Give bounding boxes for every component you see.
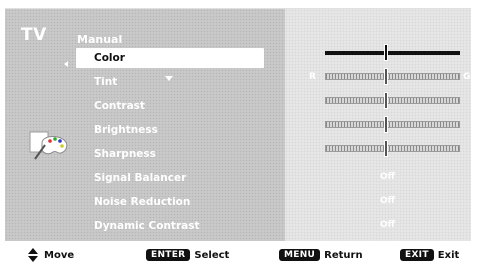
menu-item-noise-reduction[interactable]: Noise Reduction <box>76 192 264 212</box>
menu-item-contrast[interactable]: Contrast <box>76 96 264 116</box>
contrast-slider[interactable] <box>325 97 460 104</box>
tint-slider-handle[interactable] <box>384 68 388 85</box>
menu-hint: MENU Return <box>279 247 363 263</box>
move-hint: Move <box>28 247 74 263</box>
menu-item-label: Noise Reduction <box>94 196 191 208</box>
menu-item-label: Brightness <box>94 124 158 136</box>
dynamic-contrast-value: Off <box>380 220 395 230</box>
menu-item-label: Dynamic Contrast <box>94 220 200 232</box>
brightness-slider[interactable] <box>325 121 460 128</box>
exit-key-badge: EXIT <box>400 249 434 261</box>
menu-item-label: Signal Balancer <box>94 172 187 184</box>
menu-item-color[interactable]: Color <box>76 48 264 68</box>
exit-label: Exit <box>437 249 460 261</box>
menu-item-signal-balancer[interactable]: Signal Balancer <box>76 168 264 188</box>
color-slider-handle[interactable] <box>384 44 388 61</box>
tint-slider[interactable] <box>325 73 460 80</box>
up-down-arrow-icon <box>28 248 38 262</box>
menu-key-badge: MENU <box>279 249 321 261</box>
exit-hint: EXIT Exit <box>400 247 459 263</box>
menu-item-label: Color <box>94 52 125 64</box>
tint-red-label: R <box>309 72 316 82</box>
move-label: Move <box>44 249 75 261</box>
contrast-slider-handle[interactable] <box>384 92 388 109</box>
sharpness-slider-handle[interactable] <box>384 140 388 157</box>
brightness-slider-handle[interactable] <box>384 116 388 133</box>
tv-osd-screen: TV Manual Color Tint Contrast Brightness… <box>0 0 477 269</box>
menu-label: Return <box>324 249 363 261</box>
enter-label: Select <box>194 249 230 261</box>
picture-mode-label: Manual <box>77 33 123 46</box>
palette-icon <box>29 131 68 160</box>
noise-reduction-value: Off <box>380 196 395 206</box>
enter-hint: ENTER Select <box>146 247 229 263</box>
signal-balancer-value: Off <box>380 172 395 182</box>
sharpness-slider[interactable] <box>325 145 460 152</box>
menu-item-sharpness[interactable]: Sharpness <box>76 144 264 164</box>
menu-panel: TV Manual Color Tint Contrast Brightness… <box>5 8 471 241</box>
menu-item-label: Contrast <box>94 100 145 112</box>
left-arrow-icon <box>64 61 68 67</box>
menu-item-tint[interactable]: Tint <box>76 72 264 92</box>
menu-item-label: Tint <box>94 76 118 88</box>
menu-item-brightness[interactable]: Brightness <box>76 120 264 140</box>
menu-category-title: TV <box>21 25 47 45</box>
menu-item-label: Sharpness <box>94 148 156 160</box>
button-guide-bar: Move ENTER Select MENU Return EXIT Exit <box>0 241 477 269</box>
tint-green-label: G <box>463 72 471 82</box>
enter-key-badge: ENTER <box>146 249 191 261</box>
color-slider[interactable] <box>325 51 460 55</box>
menu-item-dynamic-contrast[interactable]: Dynamic Contrast <box>76 216 264 236</box>
